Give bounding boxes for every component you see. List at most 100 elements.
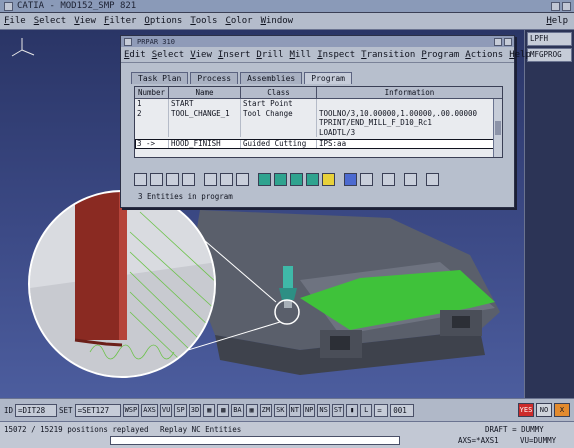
table-scrollbar[interactable] [493,99,502,157]
insert-tool-icon[interactable] [220,172,233,186]
blue-box-icon[interactable] [344,172,357,186]
col-name[interactable]: Name [169,87,241,98]
dialog-menu-insert[interactable]: Insert [215,50,254,60]
menu-help[interactable]: Help [542,16,574,26]
zm-button[interactable]: ZM [259,403,273,417]
col-number[interactable]: Number [135,87,169,98]
pencil-icon[interactable] [360,172,373,186]
dialog-menu-mill[interactable]: Mill [287,50,315,60]
wrench-icon[interactable] [426,172,439,186]
axs-button[interactable]: AXS [141,403,158,417]
teal-op-1-icon[interactable] [258,172,271,186]
menu-tools[interactable]: Tools [186,16,221,26]
cell-name [169,127,241,137]
menu-view[interactable]: View [70,16,100,26]
set-field[interactable]: =SET127 [74,403,121,417]
dialog-menu-inspect[interactable]: Inspect [314,50,358,60]
view-icon[interactable]: ▦ [203,403,216,417]
line-field[interactable]: = [374,403,389,417]
title-bar: CATIA - MOD152_SMP 821 [0,0,574,13]
dialog-menu-bar: Edit Select View Insert Drill Mill Inspe… [121,47,531,63]
teal-op-4-icon[interactable] [306,172,319,186]
count-field[interactable]: 001 [390,403,415,417]
cell-name [169,118,241,128]
l-label: L [360,403,373,417]
dialog-menu-program[interactable]: Program [418,50,462,60]
id-label: ID [4,405,14,415]
cell-information: TPRINT/END_MILL_F_D10_Rc1 [319,118,432,127]
minimize-icon[interactable] [551,2,560,11]
tab-process[interactable]: Process [190,72,239,84]
st-button[interactable]: ST [331,403,345,417]
no-button[interactable]: NO [536,403,552,417]
dialog-menu-transition[interactable]: Transition [358,50,418,60]
yes-button[interactable]: YES [518,403,534,417]
np-button[interactable]: NP [302,403,316,417]
program-dialog: PRPAR 310 Edit Select View Insert Drill … [120,35,531,208]
scrollbar-thumb[interactable] [495,121,501,135]
cancel-button[interactable]: X [554,403,570,417]
maximize-icon[interactable] [562,2,571,11]
sp-button[interactable]: SP [174,403,187,417]
flip-icon[interactable] [182,172,195,186]
dialog-tabs: Task Plan Process Assemblies Program [131,72,352,84]
replay-status: Replay NC Entities [160,425,242,434]
cell-class: Guided Cutting [241,139,317,149]
dialog-menu-edit[interactable]: Edit [121,50,149,60]
cell-information-input[interactable]: IPS:aa [317,139,502,149]
toolpath-detail [30,192,214,376]
side-panel-item-lpfh[interactable]: LPFH [527,32,572,46]
menu-options[interactable]: Options [140,16,186,26]
dialog-menu-icon[interactable] [124,37,132,46]
ns-button[interactable]: NS [317,403,330,417]
menu-file[interactable]: File [0,16,30,26]
sk-button[interactable]: SK [274,403,287,417]
table-row[interactable]: 1 START Start Point [135,99,502,109]
wsp-button[interactable]: WSP [122,403,140,417]
table-row[interactable]: LOADTL/3 [135,127,502,137]
tab-task-plan[interactable]: Task Plan [131,72,189,84]
dialog-menu-help[interactable]: Help [506,50,536,60]
zoom-callout [28,190,216,378]
col-class[interactable]: Class [241,87,317,98]
cell-class [241,127,317,137]
dialog-minimize-icon[interactable] [494,37,502,46]
id-field[interactable]: =DIT28 [15,403,58,417]
nt-button[interactable]: NT [288,403,301,417]
dialog-maximize-icon[interactable] [504,37,512,46]
insert-left-icon[interactable] [204,172,217,186]
table-row[interactable]: TPRINT/END_MILL_F_D10_Rc1 [135,118,502,128]
tab-program[interactable]: Program [304,72,352,84]
menu-filter[interactable]: Filter [100,16,141,26]
vu-button[interactable]: VU [159,403,173,417]
dialog-menu-actions[interactable]: Actions [462,50,506,60]
copy-icon[interactable] [134,172,147,186]
paste-icon[interactable] [150,172,163,186]
menu-select[interactable]: Select [30,16,71,26]
marker-icon[interactable]: ▮ [346,403,359,417]
menu-window[interactable]: Window [257,16,298,26]
teal-op-2-icon[interactable] [274,172,287,186]
cell-name: TOOL_CHANGE_1 [169,108,241,118]
menu-color[interactable]: Color [221,16,256,26]
grid-icon[interactable]: ▦ [245,403,258,417]
dialog-menu-view[interactable]: View [187,50,215,60]
machine-icon[interactable] [236,172,249,186]
dialog-title-bar: PRPAR 310 [121,36,514,47]
table-row[interactable]: 2 TOOL_CHANGE_1 Tool Change TOOLNO/3,10.… [135,108,502,118]
3d-button[interactable]: 3D [188,403,202,417]
dialog-menu-drill[interactable]: Drill [253,50,286,60]
tag-icon[interactable] [404,172,417,186]
table-row-selected[interactable]: 3 -> HOOD_FINISH Guided Cutting IPS:aa [135,139,502,149]
ba-button[interactable]: BA [231,403,244,417]
teal-op-3-icon[interactable] [290,172,303,186]
layer-icon[interactable]: ▩ [217,403,230,417]
fp-icon[interactable] [322,172,335,186]
col-information[interactable]: Information [317,87,502,98]
arrow-icon[interactable] [382,172,395,186]
edit-icon[interactable] [166,172,179,186]
cell-name: START [169,99,241,109]
tab-assemblies[interactable]: Assemblies [240,72,303,84]
window-menu-icon[interactable] [4,1,13,11]
dialog-menu-select[interactable]: Select [149,50,188,60]
